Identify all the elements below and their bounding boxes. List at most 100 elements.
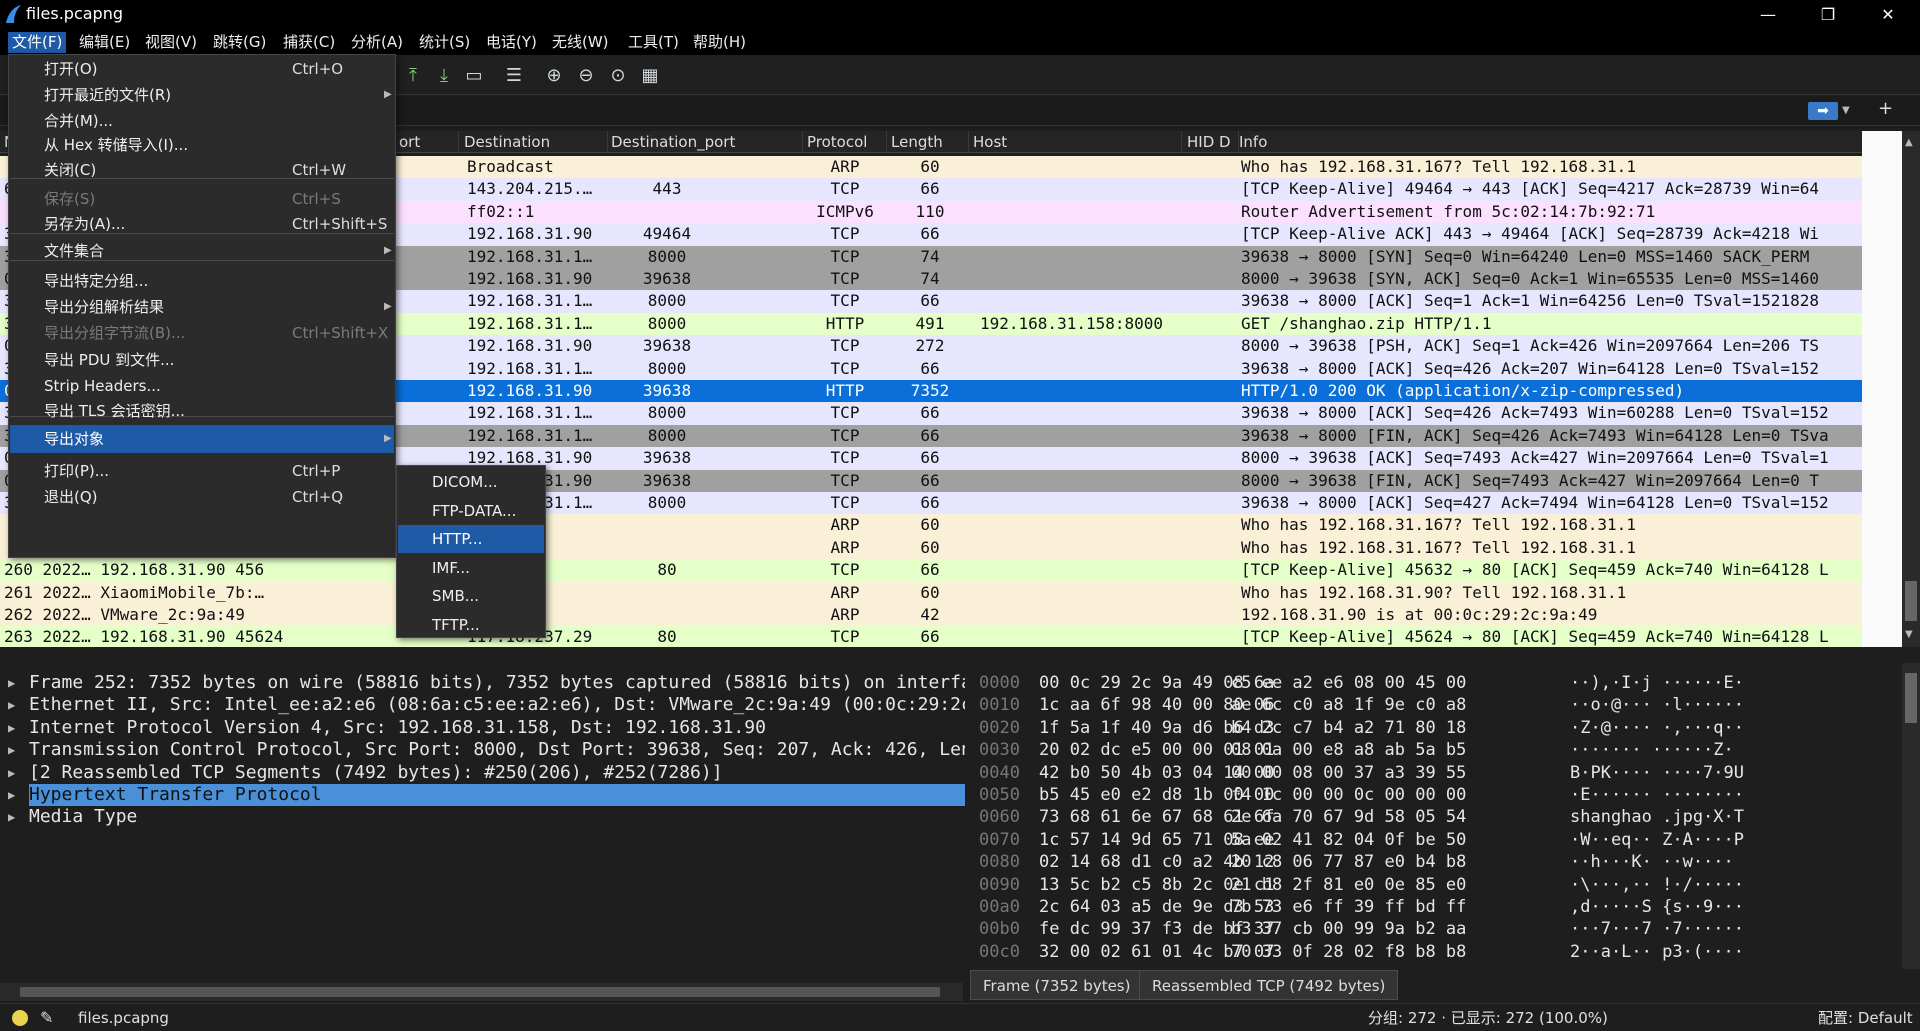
zoom-out-icon[interactable]: ⊖ <box>574 63 598 87</box>
maximize-button[interactable]: ❐ <box>1800 0 1856 29</box>
file-menu-item[interactable]: 打印(P)... Ctrl+P <box>10 457 394 485</box>
packet-minimap[interactable] <box>1862 131 1902 647</box>
resize-columns-icon[interactable]: ▦ <box>638 63 662 87</box>
export-object-item[interactable]: SMB... <box>398 582 544 610</box>
menu-file[interactable]: 文件(F) <box>8 32 67 53</box>
filter-dropdown-chevron-icon[interactable]: ▼ <box>1842 102 1856 120</box>
file-menu-item[interactable]: 导出分组字节流(B)... Ctrl+Shift+X <box>10 319 394 347</box>
minimize-button[interactable]: — <box>1740 0 1796 29</box>
hex-row[interactable]: 00a0 2c 64 03 a5 de 9e d3 53 7b 73 e6 ff 3… <box>975 896 1901 918</box>
add-filter-button-icon[interactable]: + <box>1878 98 1898 122</box>
apply-filter-arrow-icon[interactable]: ➡ <box>1808 102 1838 120</box>
hex-row[interactable]: 00c0 32 00 02 61 01 4c b7 07 70 33 0f 28 0… <box>975 941 1901 963</box>
file-menu-item[interactable]: 导出 TLS 会话密钥... <box>10 397 394 425</box>
file-menu-item[interactable]: 保存(S) Ctrl+S <box>10 185 394 213</box>
expand-chevron-icon[interactable]: ▶ <box>8 806 15 828</box>
expand-chevron-icon[interactable]: ▶ <box>8 672 15 694</box>
menu-statistics[interactable]: 统计(S) <box>415 32 474 53</box>
tab-frame-bytes[interactable]: Frame (7352 bytes) <box>970 970 1144 1000</box>
export-object-item[interactable]: TFTP... <box>398 611 544 639</box>
menu-edit[interactable]: 编辑(E) <box>75 32 134 53</box>
col-destination-port[interactable]: Destination_port <box>607 131 803 153</box>
hex-row[interactable]: 00b0 fe dc 99 37 f3 de bf 37 b3 37 cb 00 9… <box>975 918 1901 940</box>
packet-list-scrollbar[interactable]: ▲ ▼ <box>1902 131 1920 647</box>
hex-row[interactable]: 0020 1f 5a 1f 40 9a d6 b6 d3 b4 2c c7 b4 a… <box>975 717 1901 739</box>
expert-info-icon[interactable] <box>12 1010 28 1026</box>
details-tree-row[interactable]: ▶ Frame 252: 7352 bytes on wire (58816 bi… <box>0 672 1015 694</box>
expand-chevron-icon[interactable]: ▶ <box>8 717 15 739</box>
export-object-item[interactable]: HTTP... <box>398 525 544 554</box>
col-destination[interactable]: Destination <box>460 131 608 153</box>
zoom-in-icon[interactable]: ⊕ <box>542 63 566 87</box>
colorize-icon[interactable]: ☰ <box>502 63 526 87</box>
packet-row[interactable]: 260 2022… 192.168.31.90 456237.2980TCP66… <box>0 559 1862 582</box>
export-object-item[interactable]: DICOM... <box>398 468 544 496</box>
details-hscroll-thumb[interactable] <box>20 987 940 997</box>
file-menu-item[interactable]: 导出分组解析结果 ▶ <box>10 293 394 321</box>
zoom-reset-icon[interactable]: ⊙ <box>606 63 630 87</box>
close-window-button[interactable]: ✕ <box>1860 0 1916 29</box>
expand-chevron-icon[interactable]: ▶ <box>8 762 15 784</box>
col-src-port[interactable]: ort <box>395 131 459 153</box>
packet-row[interactable]: 261 2022… XiaomiMobile_7b:…c:9a…ARP60Who… <box>0 581 1862 604</box>
details-tree-row[interactable]: ▶ Hypertext Transfer Protocol <box>0 784 965 807</box>
menu-tools[interactable]: 工具(T) <box>624 32 683 53</box>
scroll-down-icon[interactable]: ▼ <box>1905 629 1917 641</box>
go-first-packet-icon[interactable]: ⤒ <box>401 63 425 87</box>
details-hscrollbar[interactable] <box>0 983 963 1001</box>
menu-analyze[interactable]: 分析(A) <box>347 32 407 53</box>
file-menu-item[interactable]: 导出 PDU 到文件... <box>10 346 394 374</box>
details-tree-row[interactable]: ▶ Ethernet II, Src: Intel_ee:a2:e6 (08:6a… <box>0 694 1015 716</box>
col-protocol[interactable]: Protocol <box>803 131 887 153</box>
autoscroll-icon[interactable]: ▭ <box>462 63 486 87</box>
packet-row[interactable]: 262 2022… VMware_2c:9a:49bile…ARP42192.1… <box>0 604 1862 627</box>
col-host[interactable]: Host <box>969 131 1182 153</box>
scroll-up-icon[interactable]: ▲ <box>1905 137 1917 149</box>
file-menu-item[interactable]: 退出(Q) Ctrl+Q <box>10 483 394 511</box>
export-object-item[interactable]: FTP-DATA... <box>398 497 544 525</box>
pane-splitter[interactable] <box>0 647 1920 660</box>
menu-help[interactable]: 帮助(H) <box>689 32 750 53</box>
expand-chevron-icon[interactable]: ▶ <box>8 694 15 716</box>
hex-row[interactable]: 0070 1c 57 14 9d 65 71 08 ee 5a 02 41 82 0… <box>975 829 1901 851</box>
capture-comment-icon[interactable]: ✎ <box>40 1004 53 1031</box>
col-info[interactable]: Info <box>1235 131 1862 153</box>
file-menu-item[interactable]: 打开(O) Ctrl+O <box>10 55 394 83</box>
details-tree-row[interactable]: ▶ Media Type <box>0 806 965 828</box>
file-menu-item[interactable]: 导出特定分组... <box>10 267 394 295</box>
menu-go[interactable]: 跳转(G) <box>209 32 270 53</box>
hex-row[interactable]: 0080 02 14 68 d1 c0 a2 4b 12 20 c8 06 77 8… <box>975 851 1901 873</box>
menu-telephony[interactable]: 电话(Y) <box>482 32 541 53</box>
col-length[interactable]: Length <box>887 131 969 153</box>
details-tree-row[interactable]: ▶ [2 Reassembled TCP Segments (7492 bytes… <box>0 762 965 784</box>
hex-row[interactable]: 0040 42 b0 50 4b 03 04 14 00 00 00 08 00 3… <box>975 762 1901 784</box>
file-menu-item[interactable]: 从 Hex 转储导入(I)... <box>10 131 394 159</box>
hex-row[interactable]: 0010 1c aa 6f 98 40 00 80 06 ae 6c c0 a8 1… <box>975 694 1901 716</box>
scroll-thumb[interactable] <box>1905 581 1917 621</box>
expand-chevron-icon[interactable]: ▶ <box>8 739 15 761</box>
bytes-scroll-thumb[interactable] <box>1905 673 1917 723</box>
details-tree-row[interactable]: ▶ Transmission Control Protocol, Src Port… <box>0 739 1015 761</box>
menu-capture[interactable]: 捕获(C) <box>279 32 339 53</box>
hex-row[interactable]: 0030 20 02 dc e5 00 00 01 01 08 0a 00 e8 a… <box>975 739 1901 761</box>
vertical-splitter[interactable] <box>965 663 975 1003</box>
bytes-scrollbar[interactable] <box>1902 663 1920 969</box>
file-menu-item[interactable]: Strip Headers... <box>10 372 394 400</box>
expand-chevron-icon[interactable]: ▶ <box>8 784 15 806</box>
status-profile[interactable]: 配置: Default <box>1818 1004 1913 1031</box>
file-menu-item[interactable]: 导出对象 ▶ <box>10 425 394 453</box>
file-menu-item[interactable]: 文件集合 ▶ <box>10 237 394 265</box>
hex-row[interactable]: 0060 73 68 61 6e 67 68 61 6f 2e 6a 70 67 9… <box>975 806 1901 828</box>
hex-row[interactable]: 0090 13 5c b2 c5 8b 2c 0e c1 21 b8 2f 81 e… <box>975 874 1901 896</box>
file-menu-item[interactable]: 关闭(C) Ctrl+W <box>10 156 394 184</box>
col-hid[interactable]: HID D <box>1183 131 1239 153</box>
details-tree-row[interactable]: ▶ Internet Protocol Version 4, Src: 192.1… <box>0 717 965 739</box>
menu-view[interactable]: 视图(V) <box>141 32 201 53</box>
hex-row[interactable]: 0000 00 0c 29 2c 9a 49 08 6a c5 ee a2 e6 0… <box>975 672 1901 694</box>
tab-reassembled-bytes[interactable]: Reassembled TCP (7492 bytes) <box>1139 970 1399 1000</box>
export-object-item[interactable]: IMF... <box>398 554 544 582</box>
file-menu-item[interactable]: 打开最近的文件(R) ▶ <box>10 81 394 109</box>
packet-row[interactable]: 263 2022… 192.168.31.90 45624117.18.237.… <box>0 626 1862 647</box>
go-last-packet-icon[interactable]: ⤓ <box>432 63 456 87</box>
menu-wireless[interactable]: 无线(W) <box>548 32 613 53</box>
